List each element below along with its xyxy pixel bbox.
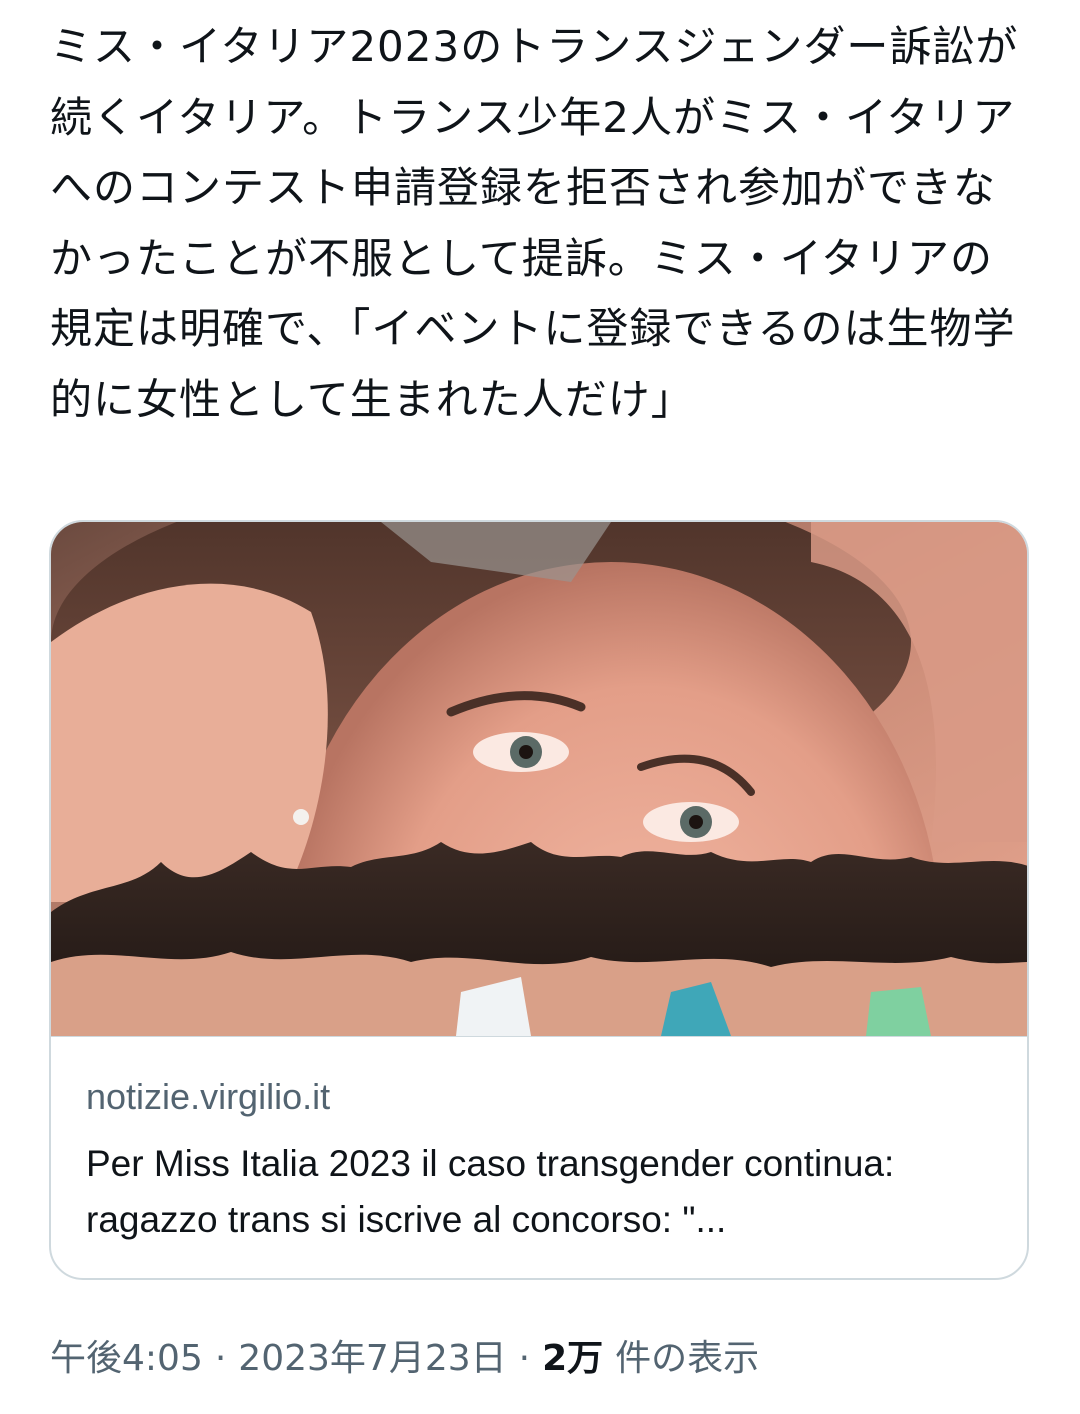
views-count[interactable]: 2万 xyxy=(542,1338,603,1379)
tweet-text: ミス・イタリア2023のトランスジェンダー訴訟が続くイタリア。トランス少年2人が… xyxy=(50,22,1019,424)
views-label[interactable]: 件の表示 xyxy=(615,1338,759,1379)
card-image-illustration xyxy=(51,522,1027,1036)
card-title[interactable]: Per Miss Italia 2023 il caso transgender… xyxy=(86,1136,997,1248)
meta-separator: · xyxy=(518,1338,531,1379)
tweet-date[interactable]: 2023年7月23日 xyxy=(238,1338,506,1379)
meta-separator: · xyxy=(214,1338,227,1379)
card-meta: notizie.virgilio.it Per Miss Italia 2023… xyxy=(86,1072,997,1248)
tweet-time[interactable]: 午後4:05 xyxy=(50,1338,203,1379)
card-domain[interactable]: notizie.virgilio.it xyxy=(86,1072,997,1122)
link-preview-card[interactable]: notizie.virgilio.it Per Miss Italia 2023… xyxy=(49,520,1029,1280)
card-image[interactable] xyxy=(51,522,1027,1037)
tweet-meta-line: 午後4:05 · 2023年7月23日 · 2万 件の表示 xyxy=(50,1334,759,1384)
